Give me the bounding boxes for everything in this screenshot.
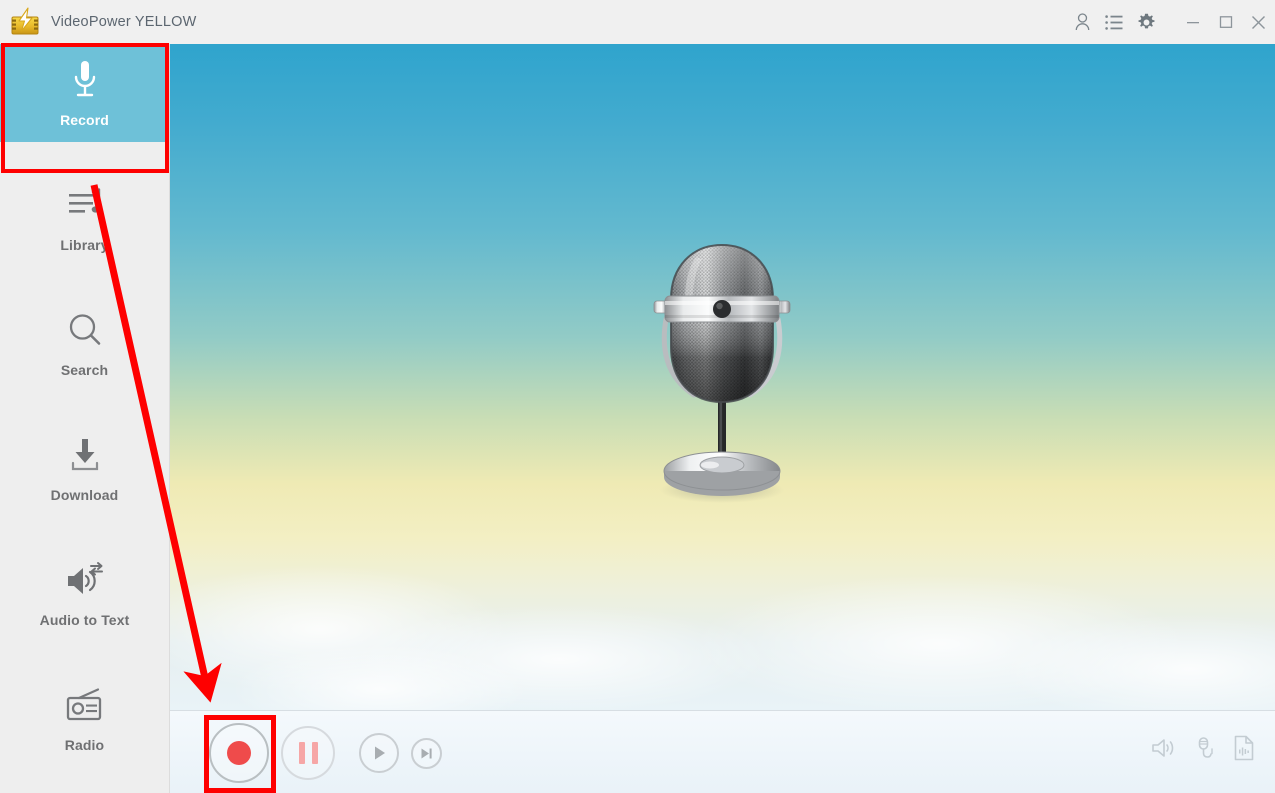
sidebar-item-label: Library (60, 237, 109, 253)
microphone-icon (70, 58, 100, 102)
pause-button[interactable] (281, 726, 335, 780)
output-options (1151, 735, 1255, 761)
sidebar-item-audio-to-text[interactable]: Audio to Text (0, 544, 169, 642)
sidebar-item-download[interactable]: Download (0, 419, 169, 517)
close-button[interactable] (1242, 0, 1275, 44)
gear-icon[interactable] (1130, 0, 1162, 44)
videopower-window: VideoPower YELLOW Record Library Search … (0, 0, 1275, 793)
cloud-wisp (1000, 614, 1275, 710)
sidebar-item-record[interactable]: Record (0, 44, 169, 142)
sidebar: Record Library Search Download Audio to … (0, 44, 170, 793)
titlebar-controls (1066, 0, 1275, 44)
microphone-plug-icon[interactable] (1193, 736, 1217, 760)
skip-next-icon (421, 748, 432, 759)
sidebar-item-label: Record (60, 112, 109, 128)
sidebar-item-library[interactable]: Library (0, 169, 169, 267)
record-button[interactable] (209, 723, 269, 783)
audio-to-text-icon (65, 558, 105, 602)
account-icon[interactable] (1066, 0, 1098, 44)
cloud-wisp (170, 564, 510, 694)
sidebar-item-label: Download (50, 487, 119, 503)
audio-file-icon[interactable] (1233, 735, 1255, 761)
title-bar: VideoPower YELLOW (0, 0, 1275, 44)
sidebar-item-label: Search (60, 362, 109, 378)
titlebar-spacer (1162, 0, 1176, 44)
play-button[interactable] (359, 733, 399, 773)
play-icon (374, 746, 385, 760)
cloud-wisp (350, 604, 770, 710)
vintage-microphone-illustration (640, 239, 805, 504)
cloud-wisp (230, 644, 530, 710)
radio-icon (65, 683, 105, 727)
playback-control-bar (170, 710, 1275, 793)
task-list-icon[interactable] (1098, 0, 1130, 44)
search-icon (67, 308, 103, 352)
sidebar-item-label: Radio (64, 737, 105, 753)
sidebar-item-search[interactable]: Search (0, 294, 169, 392)
cloud-wisp (690, 574, 1190, 710)
window-title: VideoPower YELLOW (51, 14, 197, 30)
sidebar-item-radio[interactable]: Radio (0, 669, 169, 767)
pause-icon (298, 742, 318, 764)
record-dot-icon (227, 741, 251, 765)
music-library-icon (67, 183, 103, 227)
sidebar-item-label: Audio to Text (39, 612, 130, 628)
speaker-volume-icon[interactable] (1151, 737, 1177, 759)
videopower-logo-icon (9, 7, 43, 37)
download-icon (67, 433, 103, 477)
minimize-button[interactable] (1176, 0, 1209, 44)
next-button[interactable] (411, 738, 442, 769)
main-stage (170, 44, 1275, 710)
maximize-button[interactable] (1209, 0, 1242, 44)
